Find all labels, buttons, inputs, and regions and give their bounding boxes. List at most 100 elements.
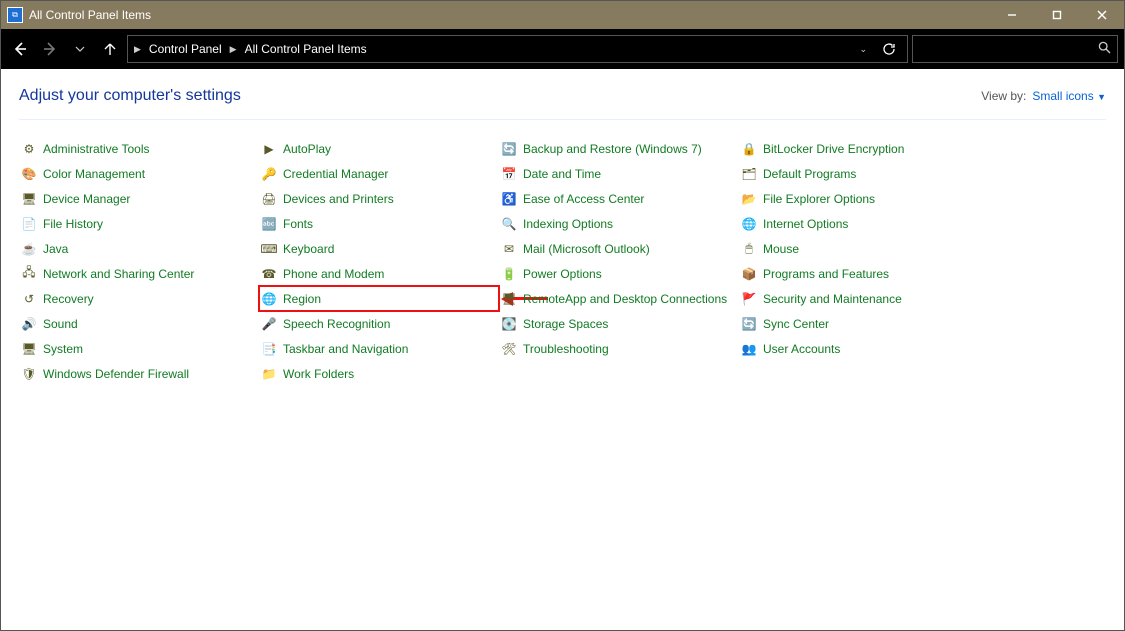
taskbar-and-navigation-icon: 📑 (261, 341, 277, 357)
item-label: Windows Defender Firewall (43, 367, 189, 381)
item-device-manager[interactable]: 🖥Device Manager (19, 186, 259, 211)
search-input[interactable] (912, 35, 1118, 63)
date-and-time-icon: 📅 (501, 166, 517, 182)
item-work-folders[interactable]: 📁Work Folders (259, 361, 499, 386)
item-mail-microsoft-outlook[interactable]: ✉Mail (Microsoft Outlook) (499, 236, 739, 261)
item-label: Default Programs (763, 167, 856, 181)
ease-of-access-center-icon: ♿ (501, 191, 517, 207)
default-programs-icon: 🗂 (741, 166, 757, 182)
item-system[interactable]: 🖥 System (19, 336, 259, 361)
item-keyboard[interactable]: ⌨ Keyboard (259, 236, 499, 261)
item-power-options[interactable]: 🔋Power Options (499, 261, 739, 286)
minimize-button[interactable] (989, 1, 1034, 29)
recent-locations-button[interactable] (67, 36, 93, 62)
item-color-management[interactable]: 🎨 Color Management (19, 161, 259, 186)
item-credential-manager[interactable]: 🔑Credential Manager (259, 161, 499, 186)
item-windows-defender-firewall[interactable]: 🛡 Windows Defender Firewall (19, 361, 259, 386)
item-troubleshooting[interactable]: 🛠Troubleshooting (499, 336, 739, 361)
devices-and-printers-icon: 🖨 (261, 191, 277, 207)
network-and-sharing-center-icon: 🖧 (21, 266, 37, 282)
item-remoteapp-and-desktop-connections[interactable]: 🖥RemoteApp and Desktop Connections (499, 286, 739, 311)
item-mouse[interactable]: 🖱Mouse (739, 236, 979, 261)
item-indexing-options[interactable]: 🔍Indexing Options (499, 211, 739, 236)
close-button[interactable] (1079, 1, 1124, 29)
item-phone-and-modem[interactable]: ☎Phone and Modem (259, 261, 499, 286)
item-default-programs[interactable]: 🗂 Default Programs (739, 161, 979, 186)
address-bar[interactable]: ▶ Control Panel ▶ All Control Panel Item… (127, 35, 908, 63)
breadcrumb-root[interactable]: Control Panel (145, 42, 226, 56)
control-panel-icon: ⧉ (7, 7, 23, 23)
item-label: Keyboard (283, 242, 334, 256)
chevron-down-icon (75, 44, 85, 54)
forward-button[interactable] (37, 36, 63, 62)
item-bitlocker-drive-encryption[interactable]: 🔒BitLocker Drive Encryption (739, 136, 979, 161)
item-sync-center[interactable]: 🔄Sync Center (739, 311, 979, 336)
maximize-button[interactable] (1034, 1, 1079, 29)
file-explorer-options-icon: 📂 (741, 191, 757, 207)
internet-options-icon: 🌐 (741, 216, 757, 232)
item-label: Mouse (763, 242, 799, 256)
item-backup-and-restore-windows-7[interactable]: 🔄Backup and Restore (Windows 7) (499, 136, 739, 161)
back-button[interactable] (7, 36, 33, 62)
item-label: Java (43, 242, 68, 256)
item-programs-and-features[interactable]: 📦Programs and Features (739, 261, 979, 286)
item-sound[interactable]: 🔊Sound (19, 311, 259, 336)
item-devices-and-printers[interactable]: 🖨 Devices and Printers (259, 186, 499, 211)
troubleshooting-icon: 🛠 (501, 341, 517, 357)
item-label: Speech Recognition (283, 317, 390, 331)
item-label: Devices and Printers (283, 192, 394, 206)
header-row: Adjust your computer's settings View by:… (19, 87, 1106, 120)
search-icon (1098, 41, 1111, 57)
item-label: Color Management (43, 167, 145, 181)
up-button[interactable] (97, 36, 123, 62)
item-speech-recognition[interactable]: 🎤Speech Recognition (259, 311, 499, 336)
item-date-and-time[interactable]: 📅Date and Time (499, 161, 739, 186)
item-internet-options[interactable]: 🌐 Internet Options (739, 211, 979, 236)
item-label: Fonts (283, 217, 313, 231)
maximize-icon (1052, 10, 1062, 20)
view-by-dropdown[interactable]: Small icons ▼ (1032, 89, 1106, 103)
item-network-and-sharing-center[interactable]: 🖧Network and Sharing Center (19, 261, 259, 286)
color-management-icon: 🎨 (21, 166, 37, 182)
item-label: Credential Manager (283, 167, 388, 181)
view-by-label: View by: (981, 89, 1026, 103)
item-file-history[interactable]: 📄File History (19, 211, 259, 236)
refresh-button[interactable] (877, 37, 901, 61)
remoteapp-and-desktop-connections-icon: 🖥 (501, 291, 517, 307)
titlebar: ⧉ All Control Panel Items (1, 1, 1124, 29)
item-region[interactable]: 🌐Region (259, 286, 499, 311)
item-label: Sound (43, 317, 78, 331)
item-label: Mail (Microsoft Outlook) (523, 242, 650, 256)
item-autoplay[interactable]: ▶AutoPlay (259, 136, 499, 161)
item-security-and-maintenance[interactable]: 🚩Security and Maintenance (739, 286, 979, 311)
item-storage-spaces[interactable]: 💽Storage Spaces (499, 311, 739, 336)
item-label: Administrative Tools (43, 142, 150, 156)
item-administrative-tools[interactable]: ⚙Administrative Tools (19, 136, 259, 161)
item-label: System (43, 342, 83, 356)
file-history-icon: 📄 (21, 216, 37, 232)
item-label: Ease of Access Center (523, 192, 644, 206)
address-dropdown-icon[interactable]: ⌄ (853, 44, 873, 55)
item-java[interactable]: ☕ Java (19, 236, 259, 261)
windows-defender-firewall-icon: 🛡 (21, 366, 37, 382)
minimize-icon (1007, 10, 1017, 20)
item-label: Work Folders (283, 367, 354, 381)
forward-arrow-icon (42, 41, 58, 57)
system-icon: 🖥 (21, 341, 37, 357)
item-label: Recovery (43, 292, 94, 306)
item-label: Internet Options (763, 217, 848, 231)
refresh-icon (882, 42, 896, 56)
item-user-accounts[interactable]: 👥User Accounts (739, 336, 979, 361)
item-recovery[interactable]: ↺Recovery (19, 286, 259, 311)
breadcrumb-current[interactable]: All Control Panel Items (241, 42, 371, 56)
keyboard-icon: ⌨ (261, 241, 277, 257)
item-label: Storage Spaces (523, 317, 608, 331)
java-icon: ☕ (21, 241, 37, 257)
item-fonts[interactable]: 🔤Fonts (259, 211, 499, 236)
power-options-icon: 🔋 (501, 266, 517, 282)
item-taskbar-and-navigation[interactable]: 📑Taskbar and Navigation (259, 336, 499, 361)
item-label: Indexing Options (523, 217, 613, 231)
item-file-explorer-options[interactable]: 📂File Explorer Options (739, 186, 979, 211)
device-manager-icon: 🖥 (21, 191, 37, 207)
item-ease-of-access-center[interactable]: ♿ Ease of Access Center (499, 186, 739, 211)
